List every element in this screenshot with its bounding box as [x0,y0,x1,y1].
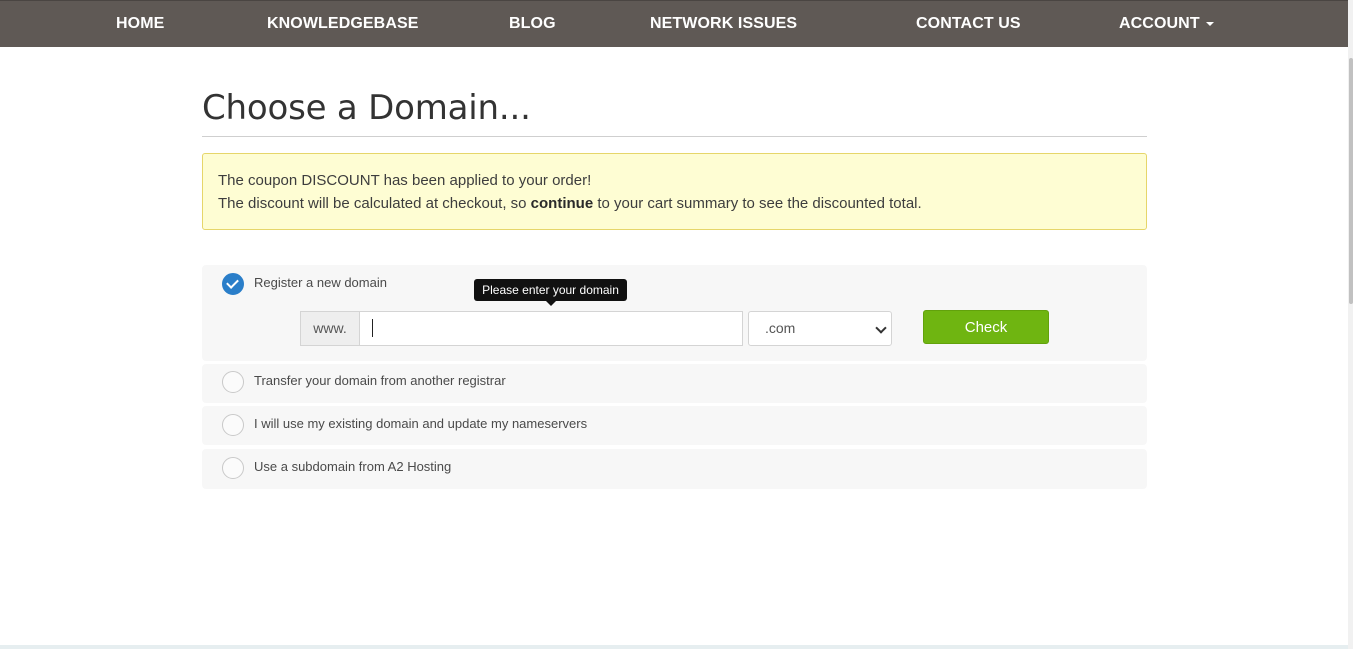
label-existing-domain[interactable]: I will use my existing domain and update… [254,416,587,431]
alert-line-2: The discount will be calculated at check… [218,195,922,212]
radio-subdomain[interactable] [222,457,244,479]
scrollbar-thumb[interactable] [1349,58,1353,304]
title-divider [202,136,1147,137]
nav-home[interactable]: HOME [116,1,164,47]
domain-tooltip: Please enter your domain [474,279,627,301]
top-navigation: HOME KNOWLEDGEBASE BLOG NETWORK ISSUES C… [0,0,1348,47]
tooltip-arrow [546,301,556,306]
radio-existing-domain[interactable] [222,414,244,436]
nav-network-issues[interactable]: NETWORK ISSUES [650,1,797,47]
www-prefix: www. [300,311,359,346]
radio-register-domain[interactable] [222,273,244,295]
coupon-alert: The coupon DISCOUNT has been applied to … [202,153,1147,230]
nav-account[interactable]: ACCOUNT [1119,1,1214,47]
nav-blog[interactable]: BLOG [509,1,556,47]
label-transfer-domain[interactable]: Transfer your domain from another regist… [254,373,506,388]
nav-contact-us[interactable]: CONTACT US [916,1,1021,47]
chevron-down-icon [875,322,887,334]
radio-transfer-domain[interactable] [222,371,244,393]
nav-account-label: ACCOUNT [1119,15,1200,32]
footer-edge [0,645,1348,649]
alert-line-1: The coupon DISCOUNT has been applied to … [218,172,592,189]
label-register-domain[interactable]: Register a new domain [254,275,387,290]
domain-input[interactable] [359,311,743,346]
text-caret [372,319,373,337]
tld-select[interactable]: .com [748,311,892,346]
alert-line-2-start: The discount will be calculated at check… [218,195,531,212]
tld-selected-value: .com [765,320,796,336]
caret-down-icon [1205,21,1214,26]
check-button[interactable]: Check [923,310,1049,344]
alert-continue-emphasis: continue [530,195,594,212]
nav-knowledgebase[interactable]: KNOWLEDGEBASE [267,1,419,47]
alert-line-2-end: to your cart summary to see the discount… [593,195,922,212]
page-title: Choose a Domain... [202,88,531,128]
label-subdomain[interactable]: Use a subdomain from A2 Hosting [254,459,451,474]
